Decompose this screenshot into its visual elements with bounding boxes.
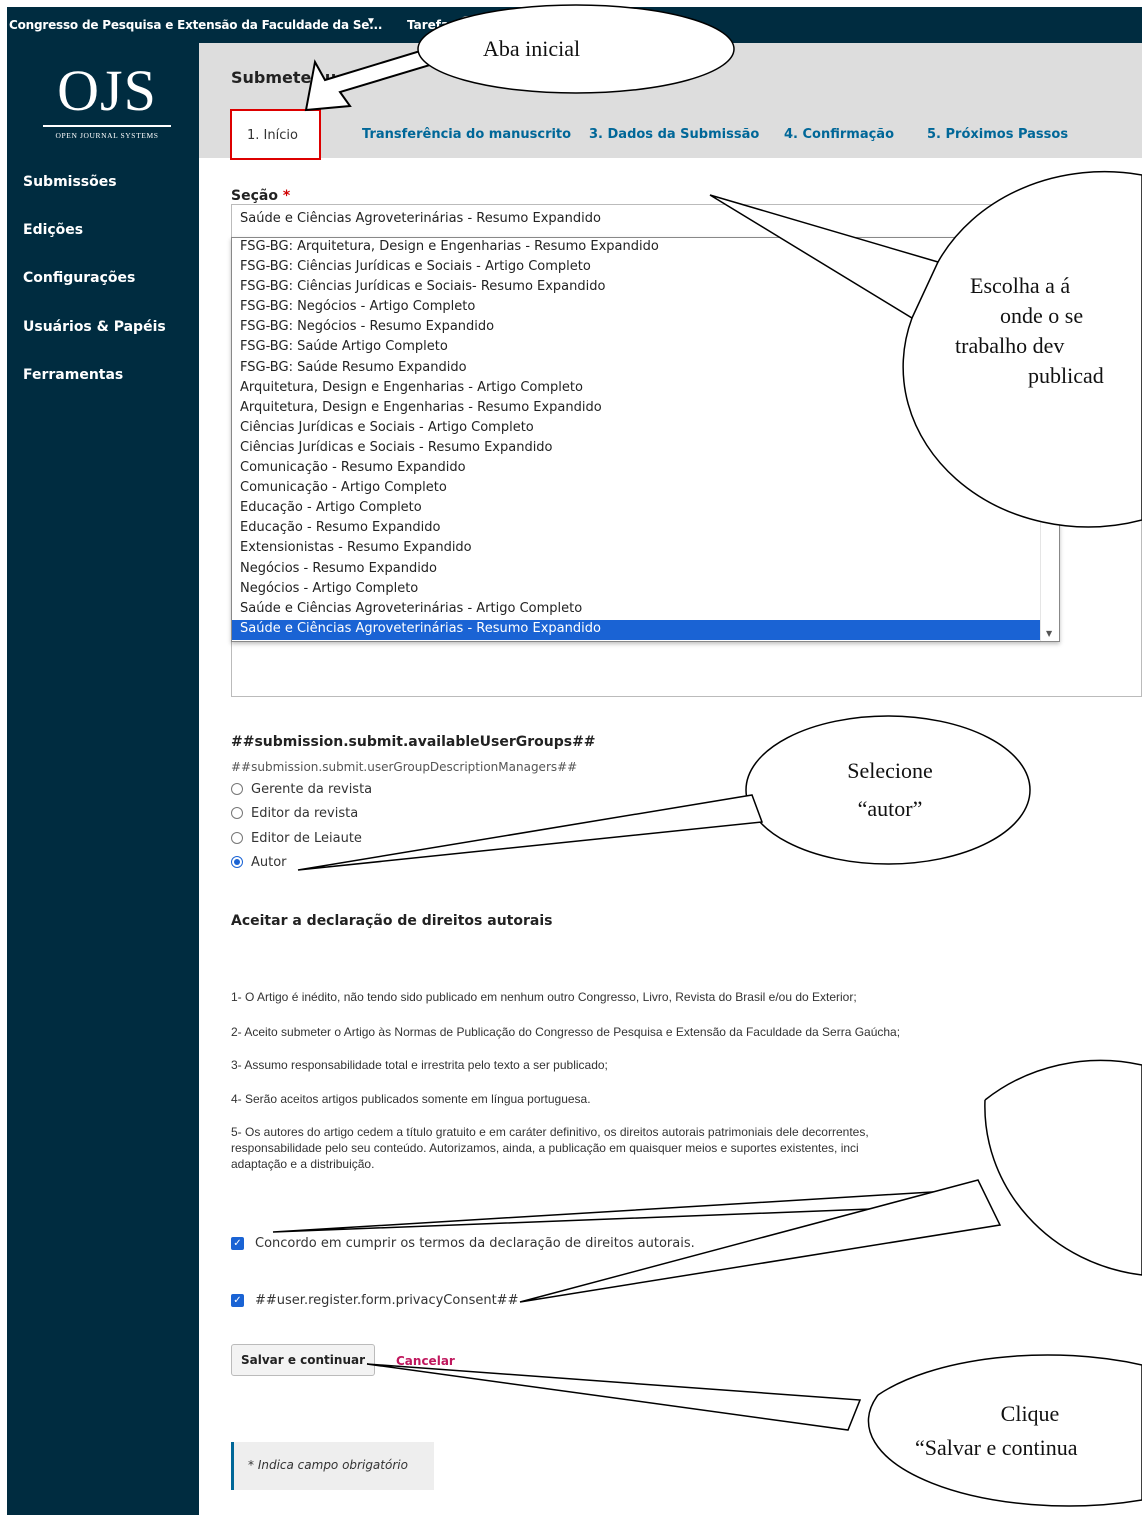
callout-clique-bubble: [867, 1354, 1142, 1507]
callout-clique-pointer: [366, 1363, 862, 1431]
arrow-to-tab-icon: [304, 46, 442, 112]
callout-clique-line-1: Clique: [1000, 1401, 1060, 1426]
callout-escolha-line-4: publicad: [1028, 363, 1104, 388]
callout-escolha-line-2: onde o se: [1000, 303, 1084, 328]
callout-clique-line-2: “Salvar e continua: [915, 1435, 1078, 1460]
callout-pointer-privacy: [519, 1179, 1002, 1303]
callout-selecione-bubble: [745, 715, 1031, 865]
callout-selecione-line-2: “autor”: [857, 796, 923, 821]
callout-escolha-line-1: Escolha a á: [970, 273, 1071, 298]
callout-selecione-line-1: Selecione: [847, 758, 933, 783]
callout-selecione-pointer: [297, 794, 764, 871]
callout-escolha-pointer: [709, 194, 940, 320]
callout-aba-inicial: Aba inicial: [483, 36, 581, 61]
callout-escolha-line-3: trabalho dev: [955, 333, 1065, 358]
callout-concordo-bubble: [984, 1059, 1142, 1276]
